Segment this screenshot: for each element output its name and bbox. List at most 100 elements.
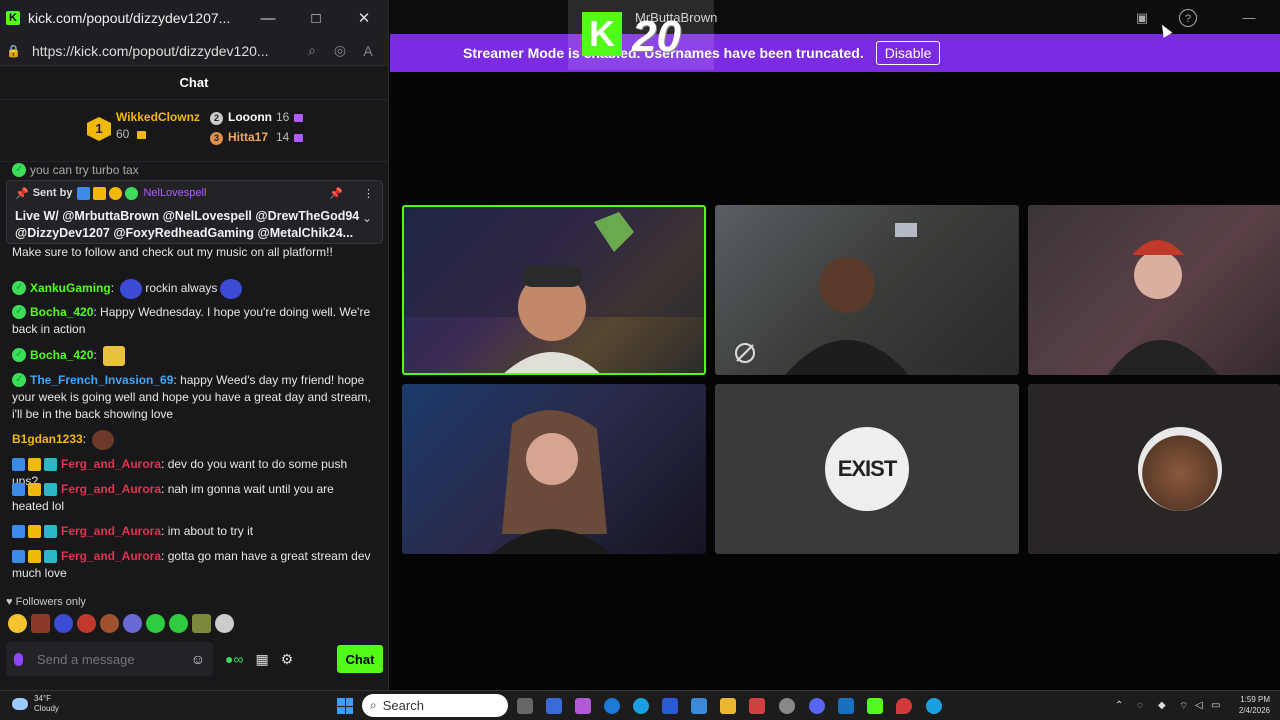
help-icon[interactable]: ? xyxy=(1179,9,1197,27)
participant-2-video xyxy=(735,223,917,375)
overlay-number: 20 xyxy=(632,12,681,61)
message-username[interactable]: B1gdan1233 xyxy=(12,432,83,446)
maps-icon[interactable] xyxy=(896,698,912,714)
message-username[interactable]: Ferg_and_Aurora xyxy=(61,482,161,496)
streamer-mode-banner: Streamer Mode is enabled. Usernames have… xyxy=(390,34,1280,72)
message-input[interactable] xyxy=(37,651,177,667)
sub-badge-icon xyxy=(12,525,25,539)
settings-gear-icon[interactable]: ⚙ xyxy=(281,651,294,668)
video-tile-5[interactable]: EXIST xyxy=(715,384,1019,554)
emote-icon[interactable] xyxy=(100,614,119,633)
store-icon[interactable] xyxy=(691,698,707,714)
chat-input-row: ☺ ●∞ ▦ ⚙ Chat xyxy=(6,642,383,676)
app-icon[interactable] xyxy=(838,698,854,714)
volume-icon[interactable]: ◁ xyxy=(1195,700,1203,711)
chat-input-box[interactable]: ☺ xyxy=(6,642,213,676)
weather-widget[interactable]: 34°F Cloudy xyxy=(34,694,59,714)
emote-icon[interactable] xyxy=(31,614,50,633)
participant-3-video xyxy=(1108,240,1218,375)
minimize-icon[interactable]: — xyxy=(1240,9,1258,27)
verified-icon xyxy=(12,346,26,363)
lock-icon: 🔒 xyxy=(6,43,21,58)
read-aloud-icon[interactable]: A xyxy=(354,43,382,59)
leader-1-name[interactable]: WikkedClownz xyxy=(116,110,200,124)
zoom-app-icon[interactable] xyxy=(662,698,678,714)
emote-icon[interactable] xyxy=(54,614,73,633)
emote-icon[interactable] xyxy=(192,614,211,633)
screen-record-icon[interactable]: ▣ xyxy=(1133,9,1151,27)
system-clock[interactable]: 1:59 PM 2/4/2026 xyxy=(1230,694,1270,716)
microphone-icon[interactable] xyxy=(14,652,23,666)
expand-chevron-icon[interactable]: ⌄ xyxy=(362,211,372,225)
edge-active-icon[interactable] xyxy=(926,698,942,714)
message-username[interactable]: Bocha_420 xyxy=(30,305,93,319)
followers-only-label: Followers only xyxy=(15,596,86,608)
close-button[interactable]: ✕ xyxy=(340,0,388,36)
app-tray-icon[interactable]: ◆ xyxy=(1158,700,1166,711)
video-tile-3[interactable] xyxy=(1028,205,1280,375)
emote-icon[interactable] xyxy=(146,614,165,633)
leader-2-name[interactable]: Looonn xyxy=(228,110,272,124)
video-tile-1[interactable] xyxy=(402,205,706,375)
emote-icon[interactable] xyxy=(8,614,27,633)
video-tile-2[interactable] xyxy=(715,205,1019,375)
gift-shop-icon[interactable]: ▦ xyxy=(255,651,268,668)
message-username[interactable]: The_French_Invasion_69 xyxy=(30,373,173,387)
edge-icon[interactable] xyxy=(633,698,649,714)
emote-icon[interactable] xyxy=(169,614,188,633)
emote-icon[interactable] xyxy=(123,614,142,633)
app-icon[interactable] xyxy=(749,698,765,714)
quick-emotes xyxy=(8,614,234,633)
pinned-message[interactable]: 📌 Sent by NelLovespell 📌 ⋮ Live W/ @Mrbu… xyxy=(6,180,383,244)
unpin-icon[interactable]: 📌 xyxy=(329,187,343,200)
settings-app-icon[interactable] xyxy=(779,698,795,714)
maximize-button[interactable]: □ xyxy=(292,0,340,36)
window-titlebar[interactable]: K kick.com/popout/dizzydev1207... — □ ✕ xyxy=(0,0,388,36)
app-icon[interactable] xyxy=(575,698,591,714)
chat-message: Make sure to follow and check out my mus… xyxy=(12,244,372,261)
sub-badge-icon xyxy=(12,458,25,472)
send-chat-button[interactable]: Chat xyxy=(337,645,383,673)
message-username[interactable]: Ferg_and_Aurora xyxy=(61,524,161,538)
minimize-button[interactable]: — xyxy=(244,0,292,36)
emote-icon[interactable] xyxy=(77,614,96,633)
pinned-username[interactable]: NelLovespell xyxy=(143,187,206,199)
task-view-icon[interactable] xyxy=(517,698,533,714)
wifi-icon[interactable]: ⌔ xyxy=(1179,700,1188,713)
address-bar[interactable]: 🔒 https://kick.com/popout/dizzydev120...… xyxy=(0,36,388,66)
message-text: rockin always xyxy=(145,281,218,296)
message-username[interactable]: XankuGaming xyxy=(30,281,111,295)
zoom-icon[interactable]: ⌕ xyxy=(298,42,326,59)
address-url[interactable]: https://kick.com/popout/dizzydev120... xyxy=(32,43,298,59)
rank-2-badge-icon: 2 xyxy=(210,112,223,125)
pin-icon: 📌 xyxy=(15,187,29,200)
kick-app-icon[interactable] xyxy=(867,698,883,714)
taskbar-search[interactable]: ⌕ Search xyxy=(362,694,508,717)
video-tile-4[interactable] xyxy=(402,384,706,554)
tray-chevron-icon[interactable]: ⌃ xyxy=(1115,700,1123,711)
discord-icon[interactable] xyxy=(809,698,825,714)
message-username[interactable]: Ferg_and_Aurora xyxy=(61,549,161,563)
emote-icon xyxy=(120,279,143,299)
hp-icon[interactable] xyxy=(604,698,620,714)
video-tile-6[interactable] xyxy=(1028,384,1280,554)
chat-message-partial: you can try turbo tax xyxy=(12,161,372,179)
message-username[interactable]: Ferg_and_Aurora xyxy=(61,457,161,471)
leader-3-name[interactable]: Hitta17 xyxy=(228,130,268,144)
emote-icon xyxy=(92,430,115,450)
kick-points-icon[interactable]: ●∞ xyxy=(225,651,243,667)
mic-muted-icon[interactable]: ◌ xyxy=(1137,700,1143,711)
cloud-icon[interactable] xyxy=(12,698,28,710)
copilot-icon[interactable] xyxy=(546,698,562,714)
tracking-prevention-icon[interactable]: ◎ xyxy=(326,42,354,59)
emoji-picker-icon[interactable]: ☺ xyxy=(191,651,205,667)
clock-time: 1:59 PM xyxy=(1240,695,1270,704)
more-options-icon[interactable]: ⋮ xyxy=(363,187,374,200)
file-explorer-icon[interactable] xyxy=(720,698,736,714)
message-username[interactable]: Bocha_420 xyxy=(30,348,93,362)
disable-streamer-mode-button[interactable]: Disable xyxy=(875,41,941,65)
battery-icon[interactable]: ▭ xyxy=(1211,700,1220,711)
emote-icon[interactable] xyxy=(215,614,234,633)
clock-date: 2/4/2026 xyxy=(1238,706,1270,715)
windows-start-icon[interactable] xyxy=(337,698,353,714)
